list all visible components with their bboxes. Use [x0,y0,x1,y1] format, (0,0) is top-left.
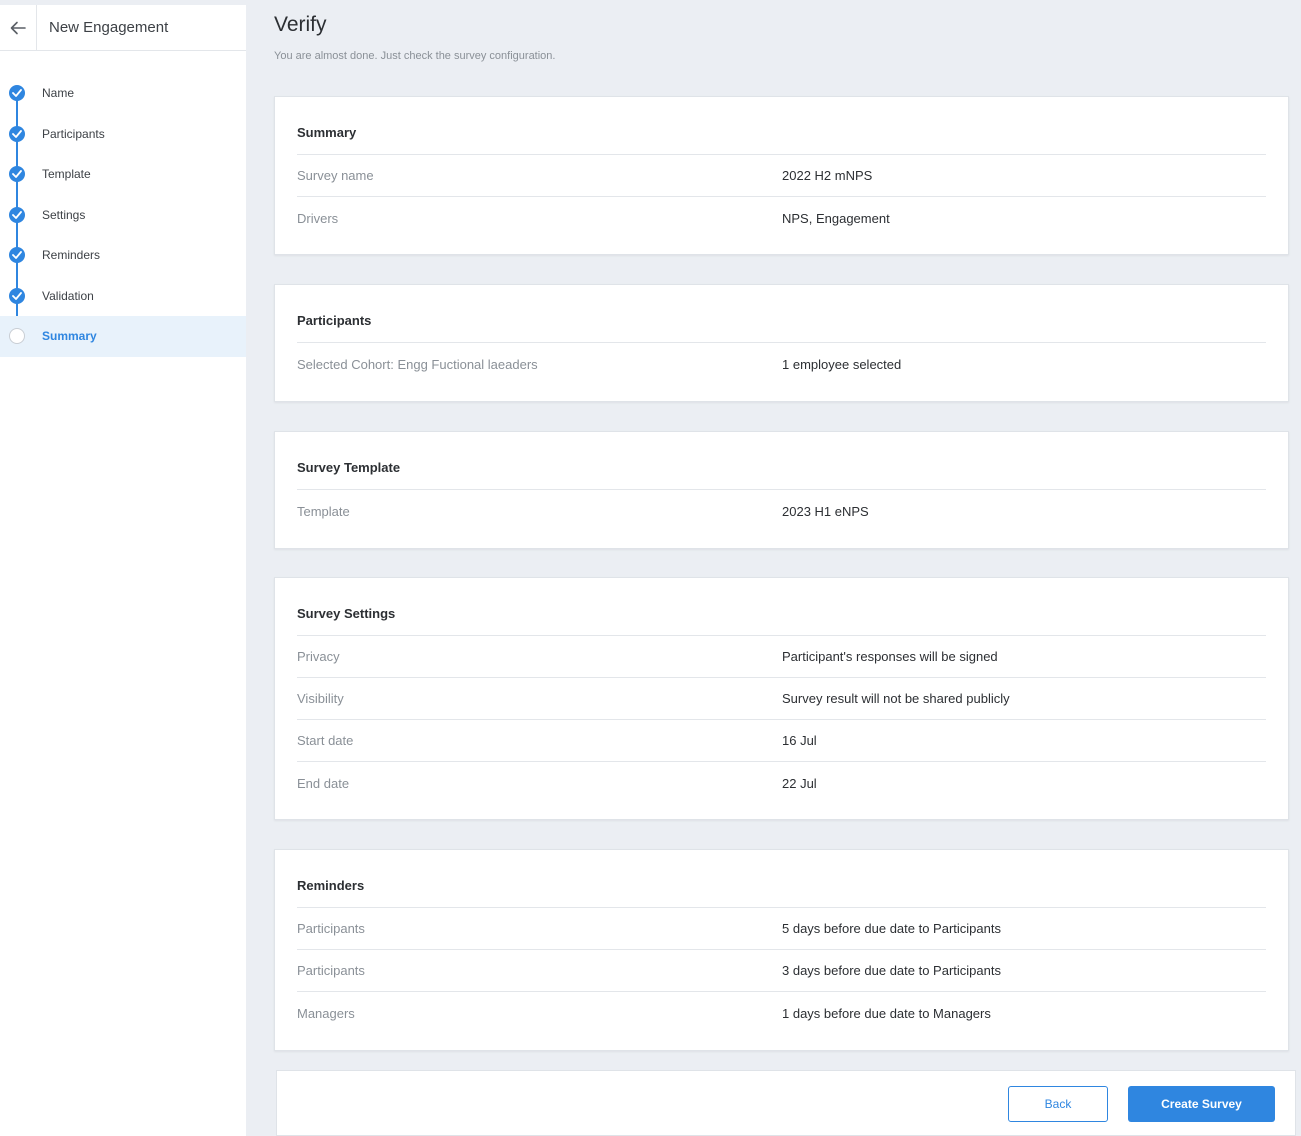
row-value: 2022 H2 mNPS [782,168,873,183]
detail-row: End date 22 Jul [297,762,1266,804]
check-circle-icon [9,247,25,264]
page-title: Verify [274,13,327,36]
detail-row: Managers 1 days before due date to Manag… [297,992,1266,1034]
sidebar-title: New Engagement [49,19,169,36]
step-template[interactable]: Template [0,154,246,195]
step-label: Reminders [42,248,101,263]
participants-card: Participants Selected Cohort: Engg Fucti… [274,284,1289,402]
row-value: 1 days before due date to Managers [782,1005,991,1021]
card-title: Participants [297,285,1266,343]
back-button[interactable]: Back [1008,1086,1108,1122]
detail-row: Survey name 2022 H2 mNPS [297,155,1266,197]
detail-row: Template 2023 H1 eNPS [297,490,1266,532]
row-label: Selected Cohort: Engg Fuctional laeaders [297,356,538,372]
row-label: Template [297,503,350,519]
step-label: Name [42,86,75,101]
step-name[interactable]: Name [0,73,246,114]
detail-row: Participants 3 days before due date to P… [297,950,1266,992]
step-label: Settings [42,207,86,222]
footer-actions: Back Create Survey [276,1070,1296,1136]
wizard-sidebar: New Engagement Name Participants Templat… [0,5,246,1136]
detail-row: Participants 5 days before due date to P… [297,908,1266,950]
row-label: Visibility [297,691,344,706]
row-label: Privacy [297,649,340,664]
wizard-steps: Name Participants Template Settings Remi… [0,73,246,357]
row-value: 22 Jul [782,775,817,791]
row-value: Survey result will not be shared publicl… [782,691,1010,706]
step-settings[interactable]: Settings [0,195,246,236]
row-value: 3 days before due date to Participants [782,963,1001,978]
card-title: Survey Settings [297,578,1266,636]
detail-row: Selected Cohort: Engg Fuctional laeaders… [297,343,1266,385]
empty-circle-icon [9,328,25,345]
row-value: Participant's responses will be signed [782,649,998,664]
check-circle-icon [9,125,25,142]
check-circle-icon [9,85,25,102]
step-label: Validation [42,288,94,303]
row-label: Participants [297,921,365,936]
create-survey-button[interactable]: Create Survey [1128,1086,1275,1122]
survey-settings-card: Survey Settings Privacy Participant's re… [274,577,1289,820]
back-arrow-button[interactable] [0,5,37,50]
arrow-left-icon [10,21,26,34]
row-value: 5 days before due date to Participants [782,921,1001,936]
check-circle-icon [9,287,25,304]
detail-row: Visibility Survey result will not be sha… [297,678,1266,720]
detail-row: Privacy Participant's responses will be … [297,636,1266,678]
detail-row: Drivers NPS, Engagement [297,197,1266,239]
sidebar-header: New Engagement [0,5,246,51]
page-subtitle: You are almost done. Just check the surv… [274,50,556,62]
row-label: End date [297,775,350,791]
step-summary[interactable]: Summary [0,316,246,357]
row-value: 2023 H1 eNPS [782,503,869,519]
step-label: Participants [42,126,105,141]
row-value: NPS, Engagement [782,210,890,226]
survey-template-card: Survey Template Template 2023 H1 eNPS [274,431,1289,549]
card-title: Reminders [297,850,1266,908]
row-label: Start date [297,733,354,748]
step-reminders[interactable]: Reminders [0,235,246,276]
row-value: 16 Jul [782,733,817,748]
step-validation[interactable]: Validation [0,276,246,317]
detail-row: Start date 16 Jul [297,720,1266,762]
reminders-card: Reminders Participants 5 days before due… [274,849,1289,1051]
row-label: Participants [297,963,365,978]
card-title: Survey Template [297,432,1266,490]
step-label: Summary [42,329,97,344]
row-label: Drivers [297,210,339,226]
row-label: Managers [297,1005,355,1021]
step-participants[interactable]: Participants [0,114,246,155]
card-title: Summary [297,97,1266,155]
check-circle-icon [9,166,25,183]
check-circle-icon [9,206,25,223]
step-label: Template [42,167,91,182]
row-label: Survey name [297,168,374,183]
row-value: 1 employee selected [782,356,902,372]
summary-card: Summary Survey name 2022 H2 mNPS Drivers… [274,96,1289,255]
